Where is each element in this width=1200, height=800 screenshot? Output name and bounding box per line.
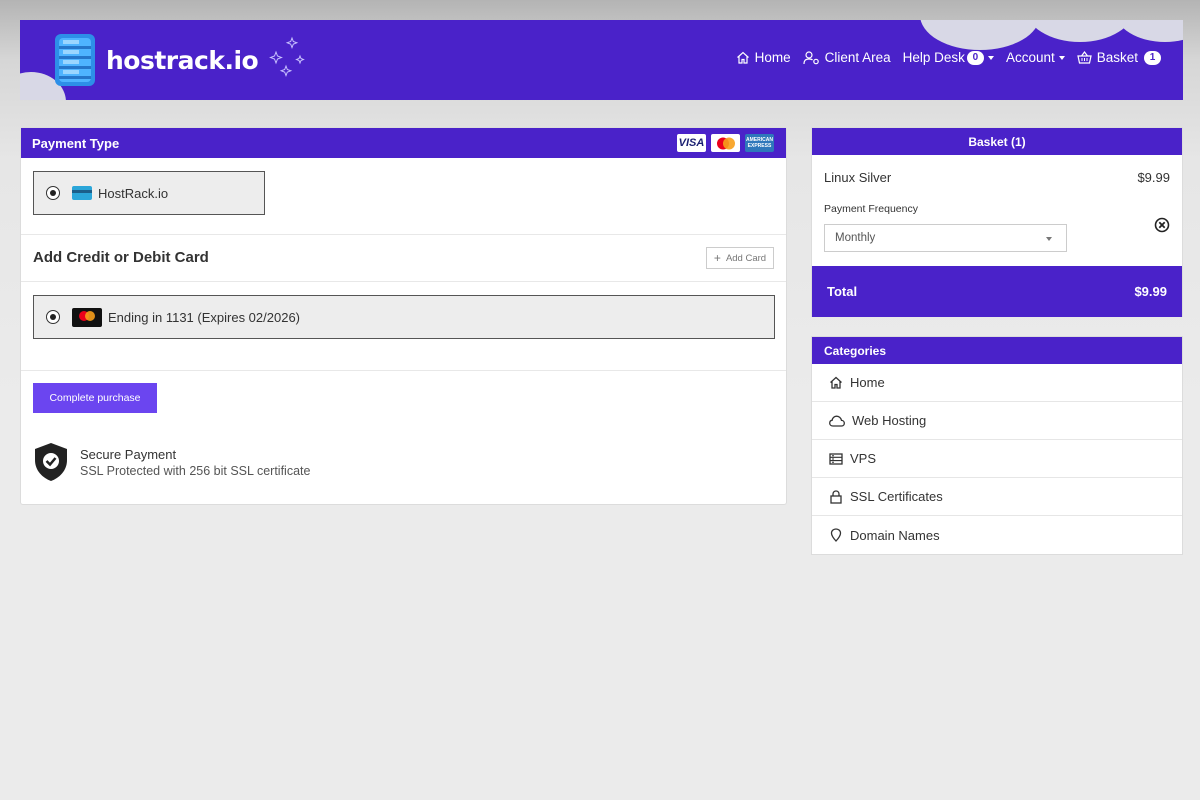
- cloud-icon: [829, 415, 845, 427]
- nav-home[interactable]: Home: [736, 50, 791, 65]
- server-stack-logo-icon: [55, 34, 95, 86]
- add-card-title: Add Credit or Debit Card: [33, 249, 209, 266]
- nav-help-desk[interactable]: Help Desk 0: [903, 50, 994, 65]
- categories-header: Categories: [812, 337, 1182, 364]
- mastercard-logo-icon: [711, 134, 740, 152]
- saved-card-label: Ending in 1131 (Expires 02/2026): [108, 309, 300, 325]
- total-value: $9.99: [1134, 284, 1167, 299]
- amex-logo-icon: AMERICAN EXPRESS: [745, 134, 774, 152]
- main-nav: Home Client Area Help Desk 0 Account Bas…: [724, 50, 1161, 65]
- sparkles-icon: [269, 36, 305, 78]
- secure-payment-title: Secure Payment: [80, 446, 177, 462]
- nav-client-area[interactable]: Client Area: [803, 50, 891, 65]
- category-label: SSL Certificates: [850, 489, 943, 504]
- payment-frequency-select[interactable]: Monthly: [824, 224, 1067, 252]
- payment-frequency-value: Monthly: [835, 232, 876, 244]
- chevron-down-icon: [1058, 55, 1065, 60]
- lock-icon: [830, 489, 842, 504]
- chevron-down-icon: [1046, 237, 1052, 241]
- user-gear-icon: [803, 50, 819, 64]
- basket-item: Linux Silver $9.99: [824, 170, 1170, 185]
- basket-item-name: Linux Silver: [824, 170, 892, 185]
- nav-account[interactable]: Account: [1006, 50, 1065, 65]
- nav-client-area-label: Client Area: [824, 50, 891, 65]
- nav-basket-label: Basket: [1096, 50, 1138, 65]
- close-circle-icon: [1154, 217, 1170, 233]
- category-label: VPS: [850, 451, 877, 466]
- basket-header: Basket (1): [812, 128, 1182, 155]
- payment-method-option[interactable]: HostRack.io: [33, 171, 265, 215]
- decorative-cloud: [920, 20, 1040, 50]
- nav-account-label: Account: [1005, 50, 1055, 65]
- basket-total: Total $9.99: [812, 266, 1182, 317]
- brand-logo[interactable]: hostrack.io: [52, 32, 259, 88]
- categories-panel: Categories Home Web Hosting VPS SSL Cert…: [811, 336, 1183, 555]
- basket-item-price: $9.99: [1137, 170, 1170, 185]
- mastercard-icon: [72, 307, 102, 327]
- server-icon: [829, 452, 843, 465]
- basket-icon: [1076, 51, 1092, 64]
- nav-help-desk-label: Help Desk: [902, 50, 965, 65]
- secure-payment-notice: Secure Payment SSL Protected with 256 bi…: [33, 442, 310, 482]
- category-item-home[interactable]: Home: [812, 364, 1182, 402]
- divider: [21, 370, 786, 371]
- map-pin-icon: [830, 528, 842, 542]
- home-icon: [736, 51, 749, 64]
- category-label: Domain Names: [850, 527, 940, 543]
- home-icon: [830, 376, 842, 389]
- payment-type-header: Payment Type VISA AMERICAN EXPRESS: [21, 128, 786, 158]
- payment-method-label: HostRack.io: [98, 185, 169, 201]
- chevron-down-icon: [987, 55, 994, 60]
- help-desk-count-badge: 0: [966, 50, 984, 65]
- payment-type-title: Payment Type: [32, 135, 120, 151]
- saved-card-option[interactable]: Ending in 1131 (Expires 02/2026): [33, 295, 775, 339]
- divider: [21, 281, 786, 282]
- brand-name: hostrack.io: [106, 45, 259, 75]
- payment-panel: Payment Type VISA AMERICAN EXPRESS HostRa…: [20, 127, 787, 505]
- category-item-web-hosting[interactable]: Web Hosting: [812, 402, 1182, 440]
- complete-purchase-button[interactable]: Complete purchase: [33, 383, 157, 413]
- plus-icon: +: [713, 251, 721, 265]
- accepted-cards: VISA AMERICAN EXPRESS: [677, 134, 774, 152]
- decorative-cloud: [1115, 20, 1183, 42]
- divider: [21, 234, 786, 235]
- category-item-vps[interactable]: VPS: [812, 440, 1182, 478]
- visa-logo-icon: VISA: [677, 134, 706, 152]
- category-label: Web Hosting: [852, 413, 927, 428]
- category-label: Home: [850, 375, 885, 390]
- add-card-button[interactable]: + Add Card: [706, 247, 774, 269]
- shield-check-icon: [35, 443, 67, 481]
- category-item-domain-names[interactable]: Domain Names: [812, 516, 1182, 554]
- payment-frequency-label: Payment Frequency: [824, 203, 918, 215]
- payment-method-radio[interactable]: [46, 186, 60, 200]
- total-label: Total: [827, 284, 858, 299]
- category-item-ssl-certificates[interactable]: SSL Certificates: [812, 478, 1182, 516]
- saved-card-radio[interactable]: [46, 310, 60, 324]
- credit-card-icon: [72, 186, 92, 200]
- basket-count-badge: 1: [1144, 50, 1161, 65]
- add-card-label: Add Card: [725, 252, 767, 264]
- nav-home-label: Home: [754, 50, 791, 65]
- secure-payment-subtitle: SSL Protected with 256 bit SSL certifica…: [80, 463, 311, 478]
- site-header: hostrack.io Home Client Area Help Desk 0…: [20, 20, 1183, 100]
- remove-item-button[interactable]: [1154, 217, 1170, 238]
- basket-panel: Basket (1) Linux Silver $9.99 Payment Fr…: [811, 127, 1183, 317]
- nav-basket[interactable]: Basket 1: [1076, 50, 1161, 65]
